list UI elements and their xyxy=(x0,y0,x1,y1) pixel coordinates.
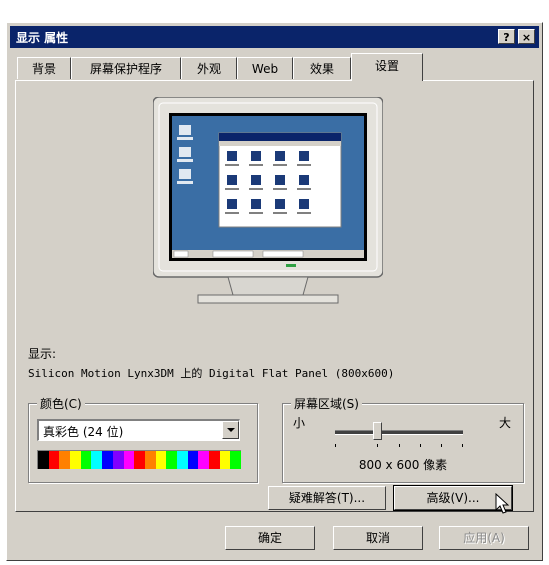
settings-panel: 显示: Silicon Motion Lynx3DM 上的 Digital Fl… xyxy=(15,80,534,514)
screen-area-group: 屏幕区域(S) 小 大 800 x 600 像素 xyxy=(282,395,524,483)
troubleshoot-button[interactable]: 疑难解答(T)... xyxy=(268,486,386,510)
tab-screensaver[interactable]: 屏幕保护程序 xyxy=(71,57,181,79)
spectrum-segment xyxy=(144,451,156,469)
resolution-slider[interactable] xyxy=(335,422,463,447)
tab-effects[interactable]: 效果 xyxy=(293,57,351,79)
color-spectrum-bar xyxy=(37,450,242,469)
mouse-cursor-icon xyxy=(495,493,510,514)
tab-web[interactable]: Web xyxy=(237,57,293,79)
spectrum-segment xyxy=(59,451,71,469)
spectrum-segment xyxy=(80,451,92,469)
monitor-preview xyxy=(153,97,383,304)
slider-max-label: 大 xyxy=(498,416,511,430)
spectrum-segment xyxy=(70,451,81,469)
spectrum-segment xyxy=(123,451,135,469)
resolution-text: 800 x 600 像素 xyxy=(358,458,448,472)
cancel-button[interactable]: 取消 xyxy=(333,526,423,550)
spectrum-segment xyxy=(38,451,49,469)
spectrum-segment xyxy=(134,451,145,469)
spectrum-segment xyxy=(155,451,167,469)
spectrum-segment xyxy=(176,451,188,469)
window-title: 显示 属性 xyxy=(16,31,69,45)
ok-button[interactable]: 确定 xyxy=(225,526,315,550)
color-depth-select[interactable]: 真彩色 (24 位) xyxy=(37,419,240,441)
help-button[interactable]: ? xyxy=(498,29,515,44)
display-label: 显示: xyxy=(28,347,57,361)
color-depth-value: 真彩色 (24 位) xyxy=(43,425,124,439)
slider-track xyxy=(335,430,463,435)
chevron-down-icon xyxy=(227,428,235,432)
spectrum-segment xyxy=(102,451,113,469)
slider-min-label: 小 xyxy=(293,416,306,430)
spectrum-segment xyxy=(166,451,177,469)
spectrum-segment xyxy=(187,451,199,469)
spectrum-segment xyxy=(219,451,231,469)
slider-ticks xyxy=(335,444,463,447)
close-button[interactable]: × xyxy=(518,29,535,44)
colors-group: 颜色(C) 真彩色 (24 位) xyxy=(28,395,258,483)
colors-group-label: 颜色(C) xyxy=(37,395,85,412)
title-bar[interactable]: 显示 属性 ? × xyxy=(10,26,539,48)
slider-thumb[interactable] xyxy=(373,422,382,440)
spectrum-segment xyxy=(48,451,60,469)
spectrum-segment xyxy=(209,451,220,469)
screen-area-group-label: 屏幕区域(S) xyxy=(291,395,362,412)
tab-appearance[interactable]: 外观 xyxy=(181,57,237,79)
display-properties-dialog: 显示 属性 ? × 背景 屏幕保护程序 外观 Web 效果 设置 显示: Sil… xyxy=(6,22,543,561)
dropdown-arrow-button[interactable] xyxy=(222,421,239,439)
tab-settings[interactable]: 设置 xyxy=(351,53,423,81)
display-device-text: Silicon Motion Lynx3DM 上的 Digital Flat P… xyxy=(28,367,395,380)
spectrum-segment xyxy=(112,451,124,469)
spectrum-segment xyxy=(198,451,209,469)
spectrum-segment xyxy=(91,451,103,469)
apply-button[interactable]: 应用(A) xyxy=(439,526,529,550)
spectrum-segment xyxy=(230,451,242,469)
tab-background[interactable]: 背景 xyxy=(17,57,71,79)
